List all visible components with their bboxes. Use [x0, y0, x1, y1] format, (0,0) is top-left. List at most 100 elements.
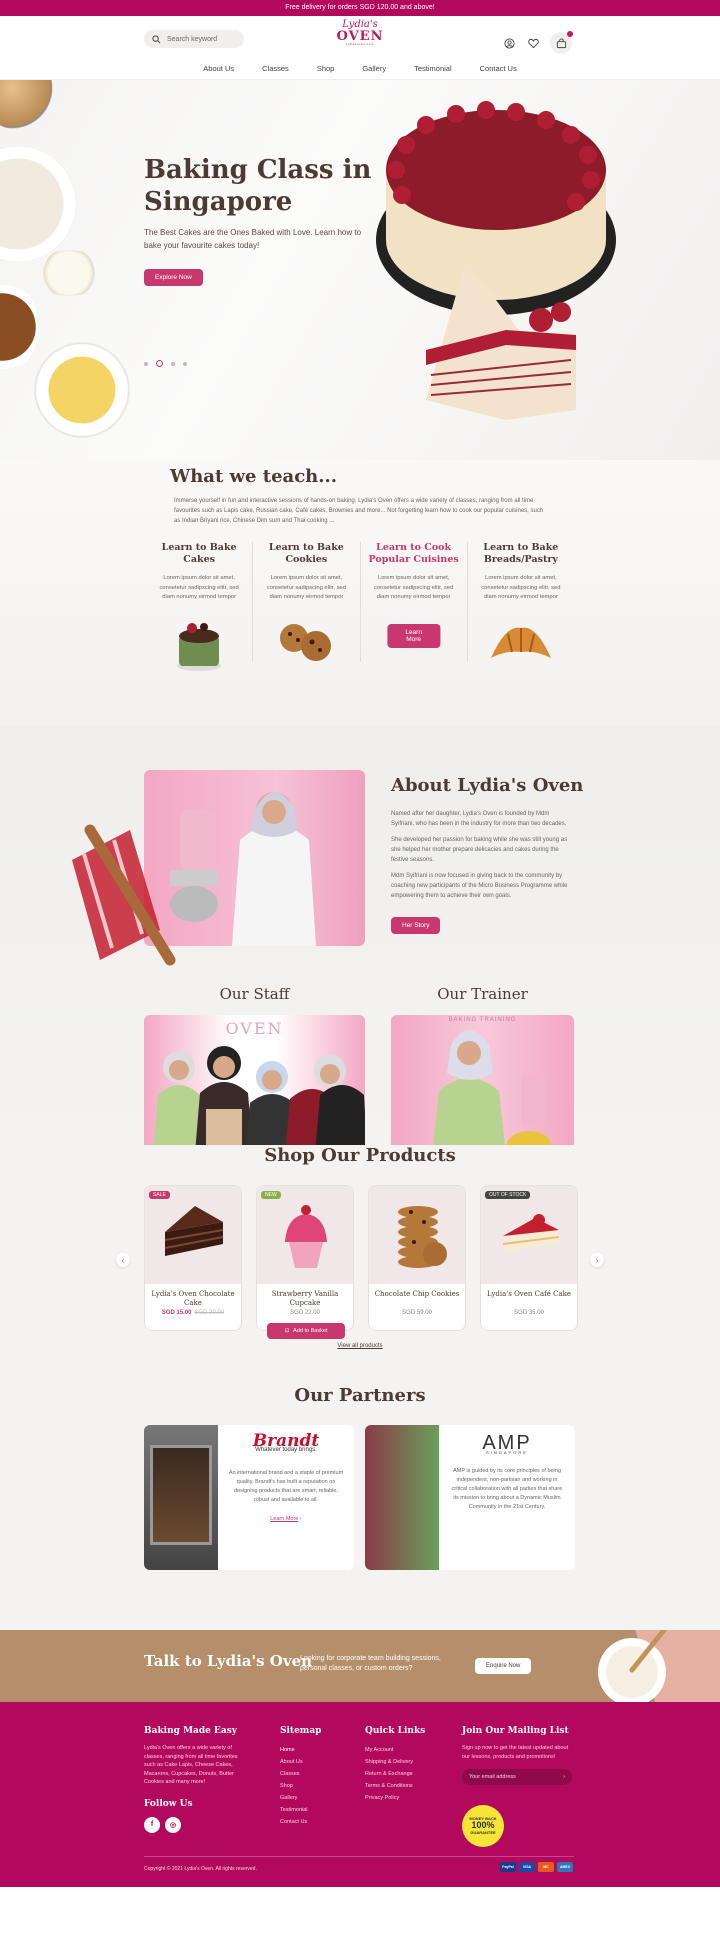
footer-link[interactable]: Shop [280, 1780, 321, 1792]
class-title: Learn to Bake Cakes [161, 542, 237, 565]
site-footer: Baking Made Easy Lydia's Oven offers a w… [0, 1702, 720, 1887]
partner-card-brandt: Brandt Whatever today brings. An interna… [144, 1425, 354, 1570]
arrow-icon: › [299, 1516, 302, 1522]
cart-icon[interactable] [550, 31, 573, 54]
partner-description: An international brand and a staple of p… [228, 1470, 344, 1503]
about-title: About Lydia's Oven [391, 775, 584, 796]
hero-subtitle: The Best Cakes are the Ones Baked with L… [144, 228, 362, 250]
product-price: SGD 35.00 [514, 1310, 544, 1316]
nav-about[interactable]: About Us [203, 64, 234, 73]
carousel-dot-active[interactable] [156, 360, 163, 367]
copyright-text: Copyright © 2021 Lydia's Oven. All right… [144, 1866, 257, 1872]
nav-shop[interactable]: Shop [317, 64, 335, 73]
amp-photo [365, 1425, 439, 1570]
her-story-button[interactable]: Her Story [391, 917, 441, 934]
about-section: About Lydia's Oven Named after her daugh… [0, 725, 720, 1201]
carousel-next-button[interactable]: › [590, 1253, 604, 1267]
staff-photo: OVEN [144, 1015, 365, 1165]
nav-testimonial[interactable]: Testimonial [414, 64, 452, 73]
product-name[interactable]: Strawberry Vanilla Cupcake [257, 1290, 353, 1308]
class-card-cuisines[interactable]: Learn to Cook Popular Cuisines Lorem ips… [361, 542, 468, 662]
footer-link[interactable]: Terms & Conditions [365, 1780, 425, 1792]
facebook-icon[interactable]: f [144, 1816, 160, 1833]
talk-text: Looking for corporate team building sess… [300, 1655, 441, 1672]
cookies-thumbnail [280, 624, 332, 661]
class-card-cookies[interactable]: Learn to Bake Cookies Lorem ipsum dolor … [253, 542, 361, 662]
money-back-guarantee-badge: MONEY BACK 100% GUARANTEE [462, 1805, 504, 1847]
staff-backdrop-text: OVEN [225, 1019, 284, 1038]
search-input[interactable]: Search keyword [144, 30, 244, 48]
footer-link[interactable]: Classes [280, 1768, 321, 1780]
add-to-basket-label: Add to Basket [293, 1328, 328, 1334]
visa-icon: VISA [519, 1862, 535, 1872]
email-input[interactable]: Your email address › [462, 1769, 572, 1785]
footer-link[interactable]: Privacy Policy [365, 1792, 425, 1804]
footer-link[interactable]: Testimonial [280, 1804, 321, 1816]
submit-arrow-icon[interactable]: › [563, 1774, 565, 1780]
product-name[interactable]: Lydia's Oven Café Cake [481, 1290, 577, 1308]
product-card[interactable]: NEW Strawberry Vanilla Cupcake SGD 22.00… [256, 1185, 354, 1339]
heart-icon[interactable] [526, 36, 540, 50]
what-we-teach-section: What we teach... Immerse yourself in fun… [0, 460, 720, 725]
product-image: SALE [145, 1186, 241, 1284]
product-card[interactable]: SALE Lydia's Oven Chocolate Cake SGD 15.… [144, 1185, 242, 1331]
trainer-photo: BAKING TRAINING [391, 1015, 574, 1165]
class-title: Learn to Bake Breads/Pastry [483, 542, 559, 565]
about-paragraph: Named after her daughter, Lydia's Oven i… [391, 811, 567, 827]
hero-section: Baking Class in Singapore The Best Cakes… [0, 80, 720, 460]
batter-bowl-image [598, 1630, 720, 1702]
sale-badge: SALE [149, 1191, 170, 1199]
add-to-basket-button[interactable]: ⊡ Add to Basket [267, 1323, 345, 1339]
carousel-dot[interactable] [144, 361, 148, 366]
partner-description: AMP is guided by its core principles of … [451, 1468, 563, 1510]
trainer-backdrop-text: BAKING TRAINING [448, 1017, 517, 1023]
carousel-prev-button[interactable]: ‹ [116, 1253, 130, 1267]
hero-title: Baking Class in Singapore [144, 155, 372, 217]
enquire-now-button[interactable]: Enquire Now [475, 1658, 532, 1674]
brandt-logo: Brandt [252, 1431, 320, 1451]
carousel-dot[interactable] [183, 361, 187, 366]
search-icon [152, 34, 161, 43]
amex-icon: AMEX [557, 1862, 573, 1872]
about-paragraph: Mdm Syifriani is now focused in giving b… [391, 873, 568, 899]
nav-contact[interactable]: Contact Us [480, 64, 517, 73]
class-title: Learn to Cook Popular Cuisines [368, 542, 459, 565]
nav-gallery[interactable]: Gallery [362, 64, 386, 73]
about-paragraph: She developed her passion for baking whi… [391, 837, 568, 863]
class-card-breads[interactable]: Learn to Bake Breads/Pastry Lorem ipsum … [468, 542, 574, 662]
shop-section: Shop Our Products ‹ › SALE Lydia's Oven … [0, 1145, 720, 1385]
partner-card-amp: AMP SINGAPORE AMP is guided by its core … [365, 1425, 575, 1570]
main-nav: About Us Classes Shop Gallery Testimonia… [0, 64, 720, 73]
footer-about-title: Baking Made Easy [144, 1726, 237, 1736]
instagram-icon[interactable]: ◎ [165, 1816, 181, 1833]
user-icon[interactable] [502, 36, 516, 50]
product-card[interactable]: Chocolate Chip Cookies SGD 59.00 [368, 1185, 466, 1331]
partners-section: Our Partners Brandt Whatever today bring… [0, 1385, 720, 1630]
email-placeholder: Your email address [469, 1774, 516, 1780]
class-card-cakes[interactable]: Learn to Bake Cakes Lorem ipsum dolor si… [146, 542, 254, 671]
nav-classes[interactable]: Classes [262, 64, 289, 73]
footer-link[interactable]: Return & Exchange [365, 1768, 425, 1780]
footer-link[interactable]: Shipping & Delivery [365, 1756, 425, 1768]
rolling-pin-image [72, 824, 176, 966]
teach-title: What we teach... [170, 466, 338, 487]
shop-title: Shop Our Products [264, 1145, 456, 1166]
egg-bowl-image [0, 80, 60, 130]
learn-more-button[interactable]: Learn More [387, 624, 441, 648]
footer-link[interactable]: My Account [365, 1744, 425, 1756]
footer-link[interactable]: Gallery [280, 1792, 321, 1804]
product-card[interactable]: OUT OF STOCK Lydia's Oven Café Cake SGD … [480, 1185, 578, 1331]
sitemap-title: Sitemap [280, 1726, 322, 1736]
logo[interactable]: Lydia's OVEN lydiasoven.com [336, 20, 384, 46]
product-name[interactable]: Chocolate Chip Cookies [369, 1290, 465, 1308]
footer-link[interactable]: About Us [280, 1756, 321, 1768]
explore-now-button[interactable]: Explore Now [144, 269, 203, 286]
carousel-dot[interactable] [171, 361, 175, 366]
out-of-stock-badge: OUT OF STOCK [485, 1191, 531, 1199]
footer-link[interactable]: Contact Us [280, 1816, 321, 1828]
payment-methods: PayPal VISA MC AMEX [500, 1862, 573, 1872]
product-name[interactable]: Lydia's Oven Chocolate Cake [145, 1290, 241, 1308]
footer-link[interactable]: Home [280, 1744, 321, 1756]
learn-more-link[interactable]: Learn More [270, 1516, 298, 1522]
view-all-products-link[interactable]: View all products [0, 1343, 720, 1349]
